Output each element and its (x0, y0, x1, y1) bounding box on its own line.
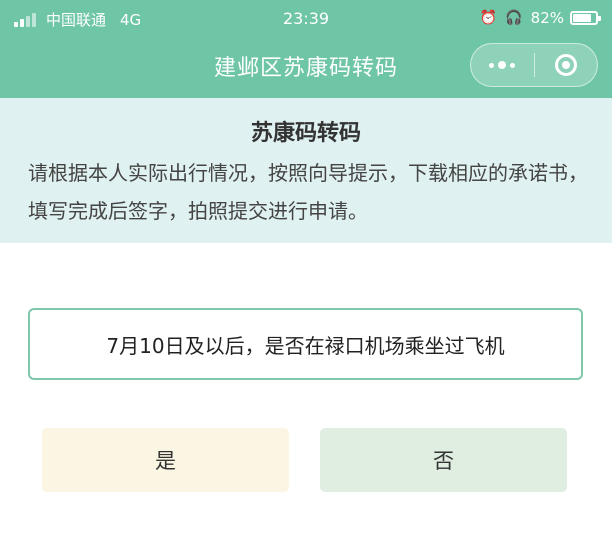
network-type: 4G (120, 10, 142, 29)
notice-panel: 苏康码转码 请根据本人实际出行情况，按照向导提示，下载相应的承诺书，填写完成后签… (0, 98, 612, 243)
status-right: ⏰ 🎧 82% (479, 9, 601, 27)
close-button[interactable] (534, 44, 597, 86)
yes-button[interactable]: 是 (42, 428, 289, 492)
more-button[interactable] (471, 44, 534, 86)
more-dots-icon (487, 61, 517, 69)
battery-icon (570, 11, 601, 25)
question-box: 7月10日及以后，是否在禄口机场乘坐过飞机 (28, 308, 583, 380)
battery-percent: 82% (530, 9, 564, 27)
signal-icon (14, 12, 38, 27)
headphones-icon: 🎧 (505, 10, 523, 26)
notice-description: 请根据本人实际出行情况，按照向导提示，下载相应的承诺书，填写完成后签字，拍照提交… (28, 161, 588, 223)
alarm-icon: ⏰ (479, 10, 498, 26)
no-button[interactable]: 否 (320, 428, 567, 492)
close-target-icon (554, 54, 577, 76)
status-bar: 中国联通 4G 23:39 ⏰ 🎧 82% (0, 0, 612, 36)
status-left: 中国联通 4G (14, 9, 141, 30)
miniprogram-capsule (470, 43, 598, 87)
notice-title: 苏康码转码 (250, 121, 361, 146)
header-bar: 中国联通 4G 23:39 ⏰ 🎧 82% 建邺区苏康码转码 (0, 0, 612, 98)
carrier-name: 中国联通 (46, 11, 107, 29)
